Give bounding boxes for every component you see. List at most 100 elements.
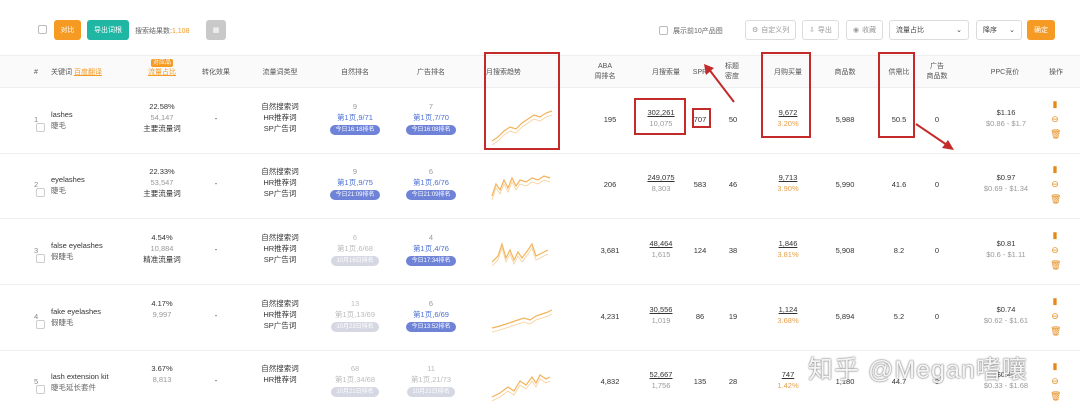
- row-checkbox[interactable]: [36, 254, 45, 263]
- row-checkbox[interactable]: [36, 385, 45, 394]
- chart-icon[interactable]: ▮: [1050, 361, 1060, 371]
- select-all-checkbox[interactable]: [38, 25, 47, 34]
- trash-icon[interactable]: 🗑: [1050, 129, 1061, 139]
- col-monthly-search[interactable]: 月搜索量: [646, 68, 686, 78]
- keyword-translation: 睫毛: [51, 186, 66, 195]
- keyword-type: SP广告词: [263, 124, 297, 133]
- chart-icon[interactable]: ▮: [1050, 164, 1060, 174]
- organic-rank-cell: 9 第1页,9/71 今日16:18排名: [320, 101, 390, 135]
- spr-cell: 124: [693, 246, 707, 255]
- minus-circle-icon[interactable]: ⊖: [1050, 376, 1060, 386]
- monthly-trend-sparkline[interactable]: [490, 166, 554, 210]
- ppc-value: $1.16: [996, 108, 1016, 117]
- keyword-text[interactable]: lash extension kit: [51, 371, 109, 382]
- monthly-search-value[interactable]: 52,667: [640, 369, 682, 380]
- trash-icon[interactable]: 🗑: [1050, 194, 1061, 204]
- minus-circle-icon[interactable]: ⊖: [1050, 179, 1060, 189]
- col-aba-rank[interactable]: ABA 周排名: [590, 62, 620, 82]
- sort-field-select[interactable]: 流量占比 ⌄: [889, 20, 969, 40]
- supply-demand-cell: 8.2: [893, 246, 905, 255]
- monthly-purchase-value[interactable]: 1,846: [766, 238, 810, 249]
- col-conversion[interactable]: 转化效果: [196, 68, 236, 78]
- traffic-type: 主要流量词: [143, 124, 181, 133]
- keyword-text[interactable]: false eyelashes: [51, 240, 103, 251]
- show-top10-checkbox[interactable]: [659, 26, 668, 35]
- organic-rank-time-badge: 10月23日排名: [331, 322, 379, 332]
- sort-order-select[interactable]: 降序 ⌄: [976, 20, 1022, 40]
- ad-rank-page[interactable]: 第1页,6/69: [396, 309, 466, 320]
- traffic-count: 8,813: [152, 375, 172, 384]
- favorite-button[interactable]: ◉ 收藏: [846, 20, 884, 40]
- organic-rank-page[interactable]: 第1页,9/75: [320, 177, 390, 188]
- monthly-purchase-cell: 747 1.42%: [766, 369, 810, 391]
- title-density-cell: 50: [728, 115, 738, 124]
- organic-rank-time-badge: 10月16日排名: [331, 256, 379, 266]
- col-traffic-share[interactable]: 对应品 流量占比: [142, 58, 182, 78]
- aba-rank-cell: 4,832: [600, 377, 620, 386]
- chart-icon[interactable]: ▮: [1050, 296, 1060, 306]
- product-count-cell: 5,988: [835, 115, 855, 124]
- minus-circle-icon[interactable]: ⊖: [1050, 245, 1060, 255]
- monthly-purchase-cell: 1,124 3.68%: [766, 304, 810, 326]
- row-checkbox[interactable]: [36, 320, 45, 329]
- col-keyword-type[interactable]: 流量词类型: [255, 68, 305, 78]
- keyword-text[interactable]: eyelashes: [51, 174, 85, 185]
- monthly-purchase-value[interactable]: 747: [766, 369, 810, 380]
- monthly-search-value[interactable]: 30,556: [640, 304, 682, 315]
- monthly-search-cell: 249,075 8,303: [640, 172, 682, 194]
- chart-icon[interactable]: ▮: [1050, 99, 1060, 109]
- ad-rank-page[interactable]: 第1页,6/76: [396, 177, 466, 188]
- keyword-type-cell: 自然搜索词 HR推荐词: [248, 363, 312, 385]
- keyword-text[interactable]: lashes: [51, 109, 73, 120]
- ad-rank-time-badge: 今日17:34排名: [406, 256, 456, 266]
- ppc-cell: $1.16 $0.86 - $1.7: [976, 107, 1036, 129]
- organic-rank-page[interactable]: 第1页,6/68: [320, 243, 390, 254]
- monthly-search-cell: 30,556 1,019: [640, 304, 682, 326]
- download-icon: ⇩: [809, 27, 815, 34]
- trash-icon[interactable]: 🗑: [1050, 326, 1061, 336]
- monthly-trend-sparkline[interactable]: [490, 232, 554, 276]
- col-product-count[interactable]: 商品数: [830, 68, 860, 78]
- ad-rank-page[interactable]: 第1页,4/76: [396, 243, 466, 254]
- minus-circle-icon[interactable]: ⊖: [1050, 311, 1060, 321]
- keyword-type: HR推荐词: [263, 375, 297, 384]
- col-keyword[interactable]: 关键词 百度翻译: [51, 68, 102, 78]
- ad-rank-time-badge: 今日13:52排名: [406, 322, 456, 332]
- row-checkbox[interactable]: [36, 188, 45, 197]
- row-checkbox[interactable]: [36, 123, 45, 132]
- row-actions: ▮ ⊖ 🗑: [1048, 164, 1062, 204]
- confirm-button[interactable]: 确定: [1027, 20, 1055, 40]
- ad-rank-page[interactable]: 第1页,21/73: [396, 374, 466, 385]
- export-button[interactable]: ⇩ 导出: [802, 20, 839, 40]
- export-root-button[interactable]: 导出词根: [87, 20, 129, 40]
- col-ppc[interactable]: PPC竞价: [985, 68, 1025, 78]
- grid-view-icon[interactable]: ▦: [206, 20, 226, 40]
- annotation-arrow-supply-demand: [915, 123, 954, 150]
- trash-icon[interactable]: 🗑: [1050, 391, 1061, 401]
- monthly-trend-sparkline[interactable]: [490, 298, 554, 342]
- col-ad-products[interactable]: 广告 商品数: [922, 62, 952, 82]
- keyword-text[interactable]: fake eyelashes: [51, 306, 101, 317]
- organic-rank-page[interactable]: 第1页,13/69: [320, 309, 390, 320]
- minus-circle-icon[interactable]: ⊖: [1050, 114, 1060, 124]
- custom-columns-button[interactable]: ⚙ 自定义列: [745, 20, 797, 40]
- monthly-trend-sparkline[interactable]: [490, 363, 554, 407]
- purchase-rate: 1.42%: [777, 381, 799, 390]
- monthly-search-value[interactable]: 48,464: [640, 238, 682, 249]
- conversion-cell: -: [214, 376, 218, 385]
- chart-icon[interactable]: ▮: [1050, 230, 1060, 240]
- organic-rank-page[interactable]: 第1页,9/71: [320, 112, 390, 123]
- ad-rank-page[interactable]: 第1页,7/70: [396, 112, 466, 123]
- trash-icon[interactable]: 🗑: [1050, 260, 1061, 270]
- monthly-purchase-value[interactable]: 1,124: [766, 304, 810, 315]
- organic-rank-page[interactable]: 第1页,34/68: [320, 374, 390, 385]
- traffic-percent: 3.67%: [151, 364, 173, 373]
- ad-rank-cell: 7 第1页,7/70 今日16:08排名: [396, 101, 466, 135]
- col-organic-rank[interactable]: 自然排名: [335, 68, 375, 78]
- toolbar: 对比 导出词根 搜索结果数:1,108 ▦ 展示前10产品图 ⚙ 自定义列 ⇩ 导出…: [0, 0, 1080, 54]
- compare-button[interactable]: 对比: [54, 20, 81, 40]
- monthly-search-value[interactable]: 249,075: [640, 172, 682, 183]
- ad-rank-number: 4: [428, 233, 434, 242]
- col-ad-rank[interactable]: 广告排名: [411, 68, 451, 78]
- monthly-purchase-value[interactable]: 9,713: [766, 172, 810, 183]
